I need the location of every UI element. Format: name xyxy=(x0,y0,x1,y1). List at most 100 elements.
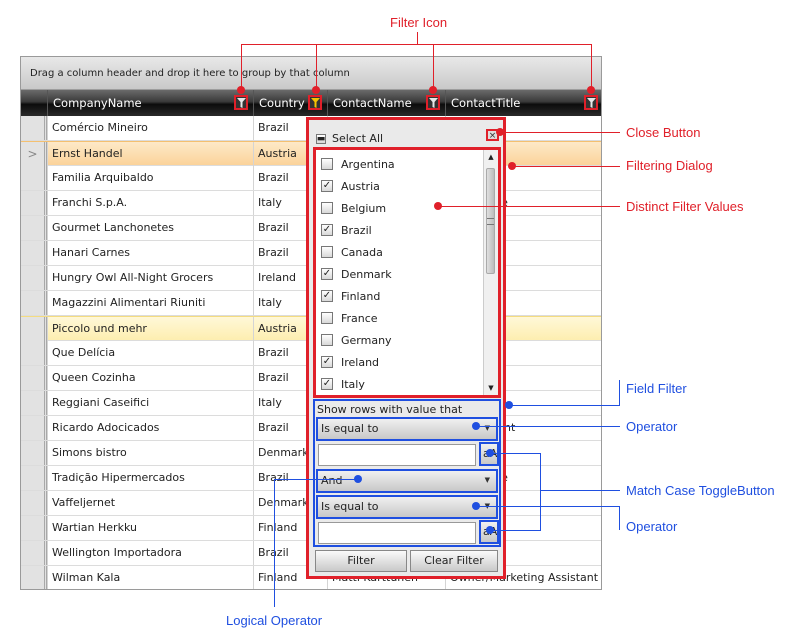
checkbox-checked[interactable]: ✓ xyxy=(321,378,333,390)
row-header[interactable] xyxy=(21,241,47,265)
annotation-line xyxy=(433,44,434,90)
annotation-line xyxy=(619,380,620,406)
row-header[interactable] xyxy=(21,541,47,565)
checkbox-unchecked[interactable] xyxy=(321,246,333,258)
operator-dropdown-1[interactable]: Is equal to ▼ xyxy=(316,417,498,441)
filter-value-input-2[interactable] xyxy=(318,522,476,544)
field-filter-label: Show rows with value that xyxy=(317,403,463,416)
filter-value-item[interactable]: ✓ Brazil xyxy=(321,219,372,241)
annotation-line xyxy=(417,32,418,44)
values-scrollbar[interactable]: ▲ ▼ xyxy=(483,150,498,395)
annotation-line xyxy=(591,44,592,90)
cell-company[interactable]: Que Delícia xyxy=(47,341,253,365)
field-filter: Show rows with value that Is equal to ▼ a… xyxy=(313,399,501,547)
cell-company[interactable]: Magazzini Alimentari Riuniti xyxy=(47,291,253,315)
checkbox-checked[interactable]: ✓ xyxy=(321,356,333,368)
cell-company[interactable]: Ricardo Adocicados xyxy=(47,416,253,440)
row-header[interactable] xyxy=(21,566,47,589)
cell-company[interactable]: Franchi S.p.A. xyxy=(47,191,253,215)
filter-icon[interactable] xyxy=(584,95,598,110)
checkbox-unchecked[interactable] xyxy=(321,334,333,346)
cell-company[interactable]: Gourmet Lanchonetes xyxy=(47,216,253,240)
select-all-indeterminate-icon: ▬ xyxy=(316,133,326,144)
row-header[interactable] xyxy=(21,491,47,515)
cell-company[interactable]: Reggiani Caseifici xyxy=(47,391,253,415)
operator-value: Is equal to xyxy=(321,422,379,435)
select-all-checkbox[interactable]: ▬ Select All xyxy=(316,132,383,145)
row-header[interactable] xyxy=(21,191,47,215)
scroll-down-arrow-icon[interactable]: ▼ xyxy=(484,381,498,395)
row-header[interactable] xyxy=(21,317,47,341)
filter-value-item[interactable]: ✓ Denmark xyxy=(321,263,392,285)
cell-company[interactable]: Comércio Mineiro xyxy=(47,116,253,140)
cell-company[interactable]: Hungry Owl All-Night Grocers xyxy=(47,266,253,290)
row-header[interactable] xyxy=(21,466,47,490)
row-header[interactable]: > xyxy=(21,142,47,166)
cell-company[interactable]: Wellington Importadora xyxy=(47,541,253,565)
filter-icon-active[interactable] xyxy=(308,95,322,110)
clear-filter-button[interactable]: Clear Filter xyxy=(410,550,498,572)
annotation-dot xyxy=(434,202,442,210)
scroll-up-arrow-icon[interactable]: ▲ xyxy=(484,150,498,164)
cell-company[interactable]: Hanari Carnes xyxy=(47,241,253,265)
operator-value: Is equal to xyxy=(321,500,379,513)
filter-value-item[interactable]: France xyxy=(321,307,378,329)
cell-company[interactable]: Simons bistro xyxy=(47,441,253,465)
cell-company[interactable]: Tradição Hipermercados xyxy=(47,466,253,490)
row-header[interactable] xyxy=(21,516,47,540)
filter-value-item[interactable]: ✓ Austria xyxy=(321,175,380,197)
row-header[interactable] xyxy=(21,291,47,315)
filter-icon[interactable] xyxy=(426,95,440,110)
filter-value-item[interactable]: ✓ Italy xyxy=(321,373,365,395)
column-header-contactname[interactable]: ContactName xyxy=(327,90,445,116)
annotation-distinct-filter-values: Distinct Filter Values xyxy=(626,199,744,214)
row-header[interactable] xyxy=(21,441,47,465)
row-header[interactable] xyxy=(21,216,47,240)
filter-value-item[interactable]: Argentina xyxy=(321,153,395,175)
annotation-dot xyxy=(496,128,504,136)
logical-operator-value: And xyxy=(321,474,343,487)
column-header-label: Country xyxy=(259,96,305,110)
row-header[interactable] xyxy=(21,166,47,190)
cell-company[interactable]: Wartian Herkku xyxy=(47,516,253,540)
cell-company[interactable]: Piccolo und mehr xyxy=(47,317,253,341)
row-header[interactable] xyxy=(21,391,47,415)
annotation-line xyxy=(490,453,541,454)
filter-value-item[interactable]: Belgium xyxy=(321,197,386,219)
row-header[interactable] xyxy=(21,116,47,140)
filter-value-input-1[interactable] xyxy=(318,444,476,466)
cell-company[interactable]: Familia Arquibaldo xyxy=(47,166,253,190)
group-panel[interactable]: Drag a column header and drop it here to… xyxy=(21,57,601,90)
column-header-companyname[interactable]: CompanyName xyxy=(47,90,253,116)
dropdown-arrow-icon: ▼ xyxy=(484,424,490,432)
cell-company[interactable]: Ernst Handel xyxy=(47,142,253,166)
row-header[interactable] xyxy=(21,416,47,440)
filter-value-item[interactable]: ✓ Ireland xyxy=(321,351,379,373)
column-header-contacttitle[interactable]: ContactTitle xyxy=(445,90,601,116)
filter-value-item[interactable]: Germany xyxy=(321,329,392,351)
filter-value-label: Italy xyxy=(341,377,365,391)
operator-dropdown-2[interactable]: Is equal to▼ xyxy=(316,495,498,519)
checkbox-unchecked[interactable] xyxy=(321,202,333,214)
filter-value-item[interactable]: ✓ Finland xyxy=(321,285,380,307)
row-header[interactable] xyxy=(21,366,47,390)
filter-value-item[interactable]: Canada xyxy=(321,241,383,263)
filter-value-label: Finland xyxy=(341,289,381,303)
logical-operator-dropdown[interactable]: And ▼ xyxy=(316,469,498,493)
checkbox-unchecked[interactable] xyxy=(321,312,333,324)
filter-value-label: France xyxy=(341,311,378,325)
filter-button[interactable]: Filter xyxy=(315,550,407,572)
annotation-filtering-dialog: Filtering Dialog xyxy=(626,158,713,173)
checkbox-unchecked[interactable] xyxy=(321,158,333,170)
annotation-match-case: Match Case ToggleButton xyxy=(626,483,775,498)
row-header[interactable] xyxy=(21,266,47,290)
cell-company[interactable]: Vaffeljernet xyxy=(47,491,253,515)
checkbox-checked[interactable]: ✓ xyxy=(321,180,333,192)
checkbox-checked[interactable]: ✓ xyxy=(321,268,333,280)
cell-company[interactable]: Wilman Kala xyxy=(47,566,253,589)
cell-company[interactable]: Queen Cozinha xyxy=(47,366,253,390)
filter-icon[interactable] xyxy=(234,95,248,110)
checkbox-checked[interactable]: ✓ xyxy=(321,290,333,302)
checkbox-checked[interactable]: ✓ xyxy=(321,224,333,236)
row-header[interactable] xyxy=(21,341,47,365)
